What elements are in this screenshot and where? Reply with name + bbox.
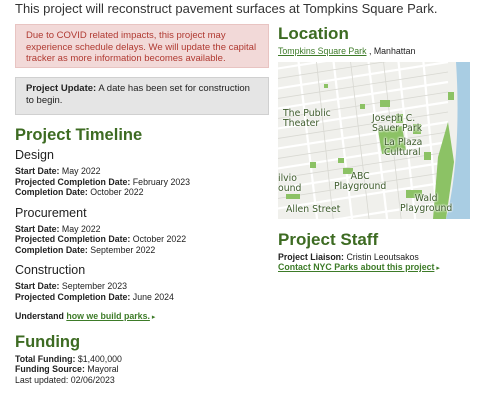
timeline-heading: Project Timeline — [15, 126, 143, 144]
project-description: This project will reconstruct pavement s… — [15, 1, 438, 16]
construction-start: Start Date: September 2023 — [15, 281, 127, 291]
map-label-abc-playground: ABC Playground — [334, 170, 387, 192]
procurement-projected: Projected Completion Date: October 2022 — [15, 234, 187, 244]
location-map[interactable]: The Public Theater Joseph C. Sauer Park La… — [278, 61, 470, 219]
borough-text: , Manhattan — [366, 46, 416, 56]
project-update-label: Project Update: — [26, 83, 97, 94]
map-label-allen-street: Allen Street — [286, 203, 341, 215]
total-funding: Total Funding: $1,400,000 — [15, 353, 122, 364]
construction-heading: Construction — [15, 263, 86, 277]
map-label-wald-playground: Wald Playground — [400, 192, 453, 214]
how-we-build-parks-link[interactable]: how we build parks. — [66, 311, 150, 321]
map-label-la-plaza: La Plaza Cultural — [384, 136, 423, 158]
left-column: Due to COVID related impacts, this proje… — [15, 24, 269, 385]
design-projected: Projected Completion Date: February 2023 — [15, 176, 191, 187]
tompkins-square-park-link[interactable]: Tompkins Square Park — [278, 46, 367, 56]
right-column: Location Tompkins Square Park , Manhatta… — [278, 24, 470, 275]
contact-nyc-parks-link[interactable]: Contact NYC Parks about this project — [278, 262, 434, 272]
map-label-silvio: ilvio ound — [278, 172, 302, 194]
last-updated: Last updated: 02/06/2023 — [15, 374, 115, 385]
contact-line: Contact NYC Parks about this project ▸ — [278, 262, 468, 275]
understand-prefix: Understand — [15, 311, 67, 321]
location-line: Tompkins Square Park , Manhattan — [278, 46, 468, 57]
design-heading: Design — [15, 148, 54, 162]
design-details: Start Date: May 2022 Projected Completio… — [15, 166, 269, 198]
design-completion: Completion Date: October 2022 — [15, 187, 144, 197]
map-label-sauer-park: Joseph C. Sauer Park — [372, 112, 423, 134]
procurement-details: Start Date: May 2022 Projected Completio… — [15, 224, 269, 256]
funding-details: Total Funding: $1,400,000 Funding Source… — [15, 354, 269, 386]
understand-line: Understand how we build parks. ▸ — [15, 311, 269, 324]
design-start: Start Date: May 2022 — [15, 166, 101, 176]
procurement-heading: Procurement — [15, 205, 87, 220]
location-heading: Location — [278, 24, 349, 43]
map-label-public-theater: The Public Theater — [283, 107, 331, 129]
procurement-completion: Completion Date: September 2022 — [15, 244, 156, 255]
project-update-box: Project Update: A date has been set for … — [15, 77, 269, 115]
project-staff-heading: Project Staff — [278, 229, 379, 249]
chevron-right-icon: ▸ — [436, 265, 440, 272]
covid-alert: Due to COVID related impacts, this proje… — [15, 24, 269, 68]
funding-heading: Funding — [15, 332, 81, 351]
construction-projected: Projected Completion Date: June 2024 — [15, 291, 174, 302]
construction-details: Start Date: September 2023 Projected Com… — [15, 281, 269, 302]
procurement-start: Start Date: May 2022 — [15, 223, 101, 234]
project-liaison: Project Liaison: Cristin Leoutsakos — [278, 251, 419, 262]
funding-source: Funding Source: Mayoral — [15, 364, 119, 374]
chevron-right-icon: ▸ — [151, 314, 156, 321]
